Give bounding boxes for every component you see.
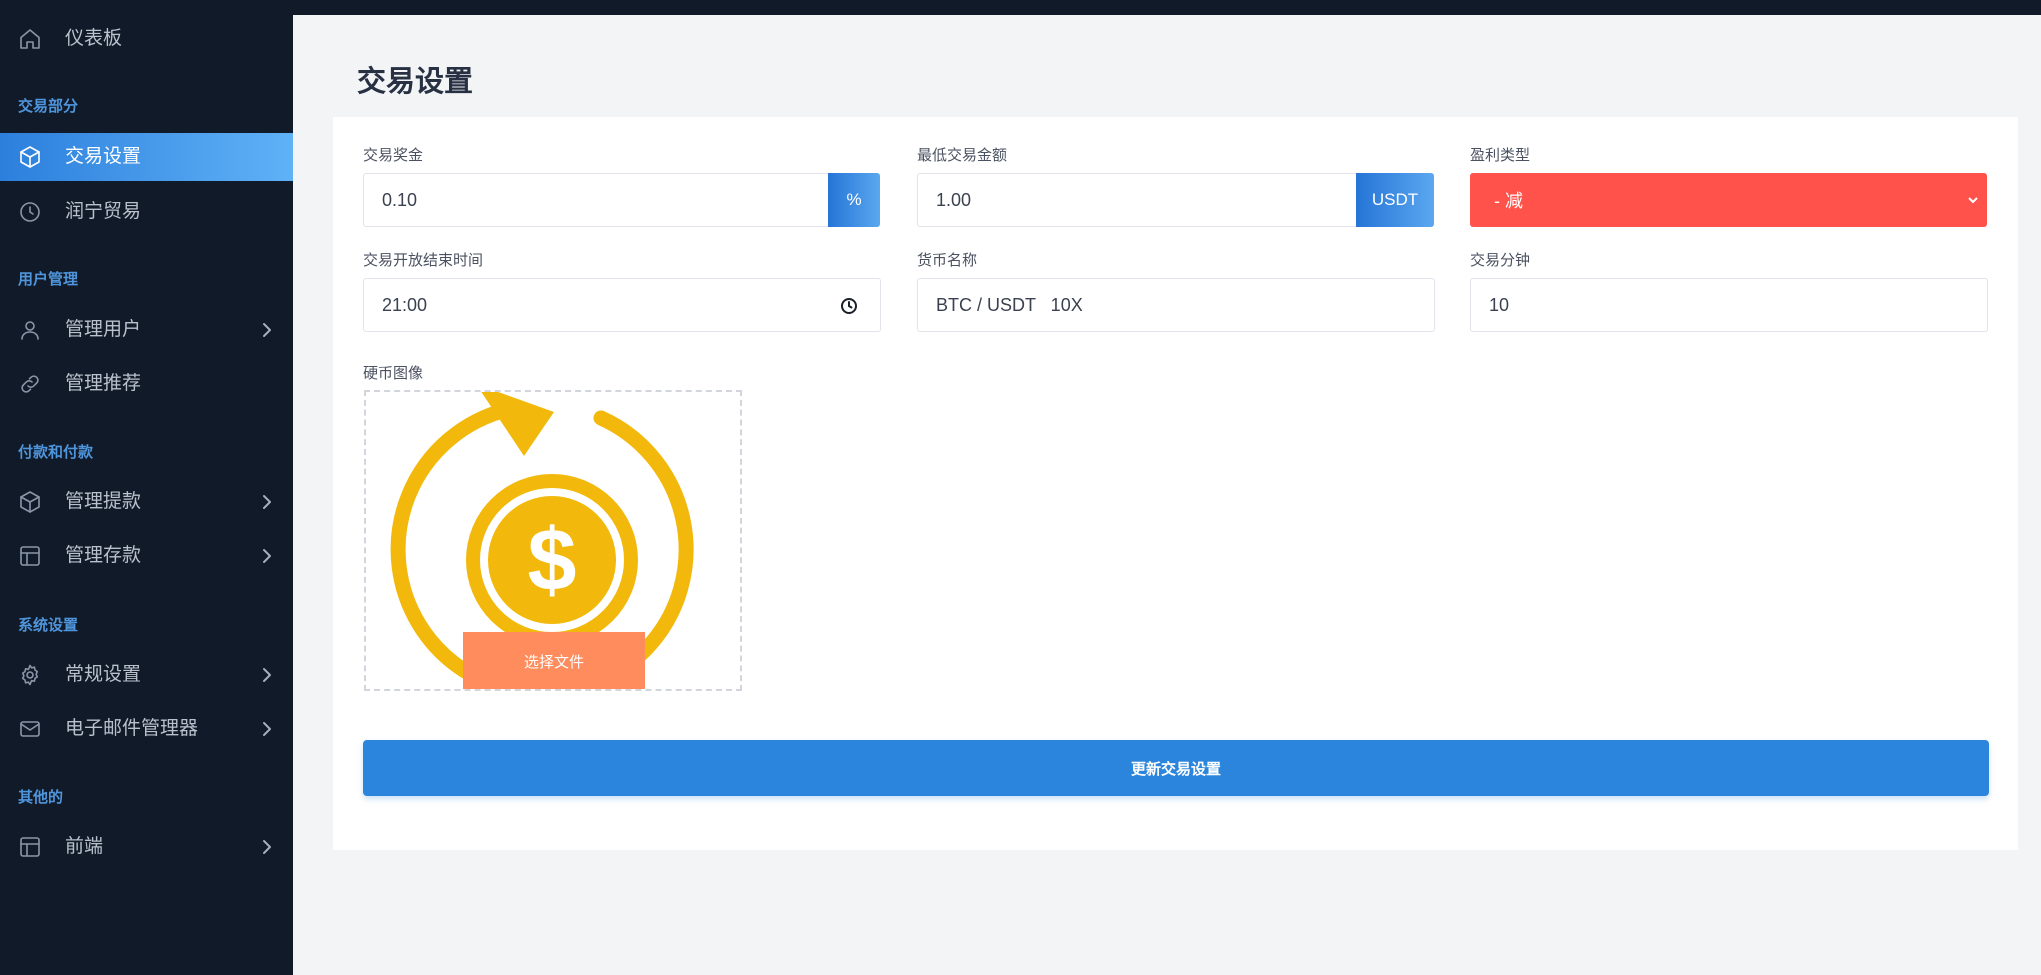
- sidebar-item-manage-referrals[interactable]: 管理推荐: [0, 360, 293, 408]
- section-label-system: 系统设置: [18, 617, 79, 634]
- usdt-addon: USDT: [1356, 173, 1434, 227]
- top-bar: [293, 0, 2041, 15]
- user-icon: [18, 318, 42, 342]
- percent-addon: %: [828, 173, 880, 227]
- min-amount-input[interactable]: 1.00: [917, 173, 1357, 227]
- chevron-right-icon: [257, 665, 277, 685]
- section-label-users: 用户管理: [18, 271, 79, 288]
- clock-icon[interactable]: [840, 297, 858, 315]
- trade-bonus-label: 交易奖金: [363, 147, 424, 164]
- cube-icon: [18, 490, 42, 514]
- sidebar-item-label: 润宁贸易: [65, 201, 142, 222]
- chevron-right-icon: [257, 837, 277, 857]
- open-close-time-input[interactable]: 21:00: [363, 278, 881, 332]
- cube-icon: [18, 145, 42, 169]
- chevron-right-icon: [257, 320, 277, 340]
- sidebar-item-label: 常规设置: [65, 664, 142, 685]
- sidebar-item-label: 管理存款: [65, 545, 142, 566]
- sidebar-item-label: 管理提款: [65, 491, 142, 512]
- section-label-trade: 交易部分: [18, 98, 79, 115]
- sidebar-item-label: 管理用户: [65, 319, 142, 340]
- min-amount-label: 最低交易金额: [917, 147, 1008, 164]
- sidebar-item-label: 前端: [65, 836, 104, 857]
- page-title: 交易设置: [357, 66, 474, 98]
- sidebar-item-label: 电子邮件管理器: [65, 718, 199, 739]
- currency-name-label: 货币名称: [917, 252, 978, 269]
- sidebar-item-email-manager[interactable]: 电子邮件管理器: [0, 705, 293, 753]
- sidebar-item-manage-withdrawals[interactable]: 管理提款: [0, 478, 293, 526]
- coin-image-label: 硬币图像: [363, 365, 424, 382]
- sidebar-item-label: 交易设置: [65, 146, 142, 167]
- time-value: 21:00: [382, 294, 428, 315]
- home-icon: [18, 27, 42, 51]
- choose-file-button[interactable]: 选择文件: [463, 632, 645, 689]
- sidebar-item-frontend[interactable]: 前端: [0, 823, 293, 871]
- profit-type-select[interactable]: - 减: [1470, 173, 1987, 227]
- currency-name-input[interactable]: BTC / USDT 10X: [917, 278, 1435, 332]
- section-label-payments: 付款和付款: [18, 444, 94, 461]
- gear-icon: [18, 663, 42, 687]
- clock-icon: [18, 200, 42, 224]
- profit-type-label: 盈利类型: [1470, 147, 1531, 164]
- chevron-down-icon: [1965, 192, 1981, 208]
- table-icon: [18, 835, 42, 859]
- update-settings-button[interactable]: 更新交易设置: [363, 740, 1989, 796]
- chevron-right-icon: [257, 492, 277, 512]
- chevron-right-icon: [257, 546, 277, 566]
- mail-icon: [18, 717, 42, 741]
- sidebar-item-dashboard[interactable]: 仪表板: [0, 15, 293, 63]
- sidebar-item-manage-users[interactable]: 管理用户: [0, 306, 293, 354]
- sidebar-item-running-trades[interactable]: 润宁贸易: [0, 188, 293, 236]
- sidebar-item-label: 仪表板: [65, 28, 123, 49]
- table-icon: [18, 544, 42, 568]
- open-close-time-label: 交易开放结束时间: [363, 252, 484, 269]
- sidebar-item-manage-deposits[interactable]: 管理存款: [0, 532, 293, 580]
- sidebar-item-trade-settings[interactable]: 交易设置: [0, 133, 293, 181]
- section-label-other: 其他的: [18, 789, 64, 806]
- sidebar-item-label: 管理推荐: [65, 373, 142, 394]
- link-icon: [18, 372, 42, 396]
- trade-bonus-input[interactable]: 0.10: [363, 173, 829, 227]
- sidebar-item-general-settings[interactable]: 常规设置: [0, 651, 293, 699]
- coin-image-upload[interactable]: $ 选择文件: [364, 390, 742, 691]
- profit-type-value: - 减: [1494, 191, 1523, 211]
- sidebar: 仪表板 交易部分 交易设置 润宁贸易 用户管理 管理用户 管理推荐 付款和付款 …: [0, 0, 293, 975]
- trade-minutes-label: 交易分钟: [1470, 252, 1531, 269]
- chevron-right-icon: [257, 719, 277, 739]
- trade-minutes-input[interactable]: 10: [1470, 278, 1988, 332]
- svg-text:$: $: [528, 510, 577, 609]
